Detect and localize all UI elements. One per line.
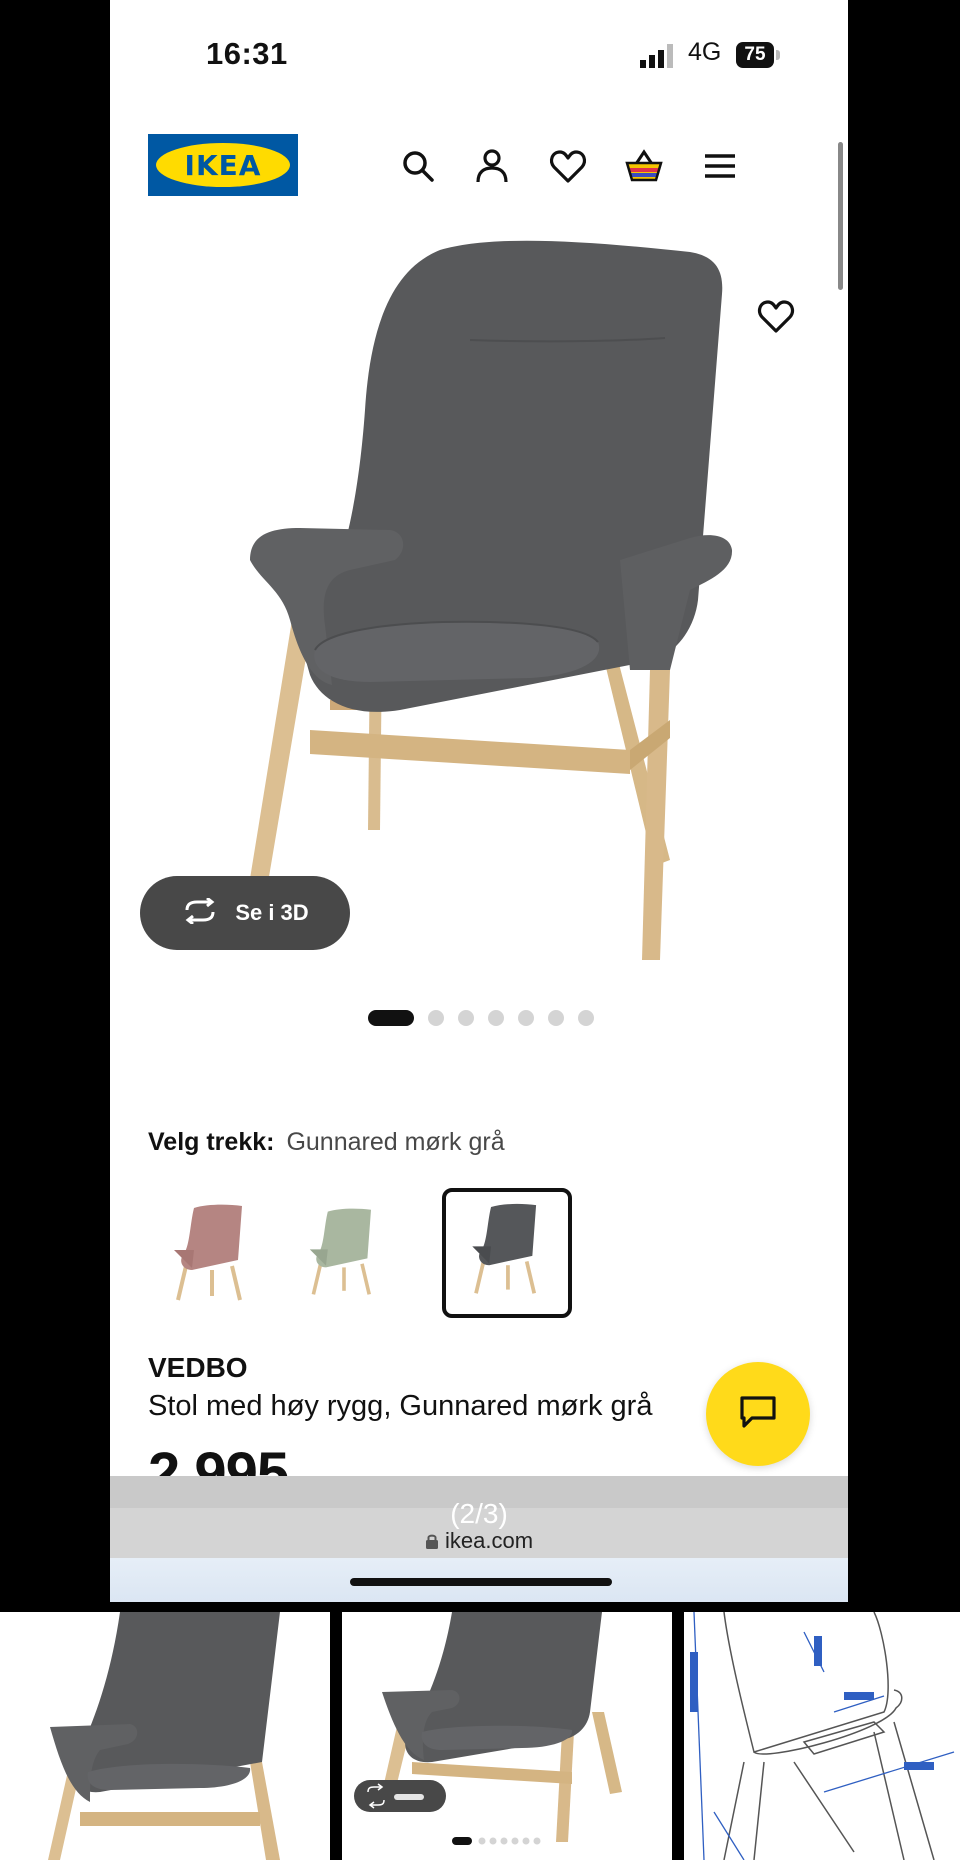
product-name: VEDBO bbox=[148, 1352, 248, 1383]
view-3d-button[interactable]: Se i 3D bbox=[140, 876, 350, 950]
rotate-3d-icon bbox=[181, 896, 219, 929]
scrollbar[interactable] bbox=[838, 142, 843, 290]
search-icon[interactable] bbox=[398, 146, 438, 186]
battery-icon: 75 bbox=[736, 42, 774, 68]
phone-screen: 16:31 4G 75 IKEA Se i 3D Velg trekk: Gun… bbox=[110, 0, 848, 1602]
variant-label: Velg trekk: bbox=[148, 1128, 275, 1156]
basket-icon[interactable] bbox=[624, 146, 664, 186]
logo-text: IKEA bbox=[184, 148, 262, 182]
gallery-pagination[interactable] bbox=[368, 1010, 594, 1026]
pagination-dot[interactable] bbox=[428, 1010, 444, 1026]
variant-value: Gunnared mørk grå bbox=[286, 1128, 505, 1156]
thumbnail-1[interactable] bbox=[0, 1612, 330, 1860]
status-time: 16:31 bbox=[206, 36, 288, 71]
ikea-logo[interactable]: IKEA bbox=[148, 134, 298, 196]
user-icon[interactable] bbox=[472, 146, 512, 186]
pagination-dot[interactable] bbox=[548, 1010, 564, 1026]
url-display[interactable]: ikea.com bbox=[110, 1528, 848, 1554]
url-text: ikea.com bbox=[445, 1528, 534, 1553]
home-indicator[interactable] bbox=[350, 1578, 612, 1586]
thumbnail-dimension-drawing[interactable] bbox=[684, 1612, 960, 1860]
pagination-dot[interactable] bbox=[578, 1010, 594, 1026]
pagination-dot[interactable] bbox=[488, 1010, 504, 1026]
variant-selector-label: Velg trekk: Gunnared mørk grå bbox=[148, 1128, 505, 1157]
favorite-heart-icon[interactable] bbox=[756, 296, 796, 336]
network-label: 4G bbox=[688, 38, 722, 66]
chat-bubble-icon bbox=[738, 1394, 778, 1435]
lock-icon bbox=[425, 1528, 445, 1553]
image-counter: (2/3) bbox=[450, 1498, 508, 1529]
view-3d-label: Se i 3D bbox=[235, 900, 309, 925]
menu-icon[interactable] bbox=[700, 146, 740, 186]
heart-icon[interactable] bbox=[548, 146, 588, 186]
product-description: Stol med høy rygg, Gunnared mørk grå bbox=[148, 1390, 653, 1422]
thumbnail-2[interactable] bbox=[342, 1612, 672, 1860]
swatch-dark-grey[interactable] bbox=[442, 1188, 572, 1318]
battery-tip bbox=[776, 50, 780, 60]
chat-button[interactable] bbox=[706, 1362, 810, 1466]
swatch-green[interactable] bbox=[278, 1188, 408, 1318]
swatch-pink[interactable] bbox=[146, 1188, 276, 1318]
pagination-dot[interactable] bbox=[368, 1010, 414, 1026]
signal-icon bbox=[640, 44, 676, 68]
pagination-dot[interactable] bbox=[458, 1010, 474, 1026]
logo-oval: IKEA bbox=[156, 143, 290, 187]
pagination-dot[interactable] bbox=[518, 1010, 534, 1026]
